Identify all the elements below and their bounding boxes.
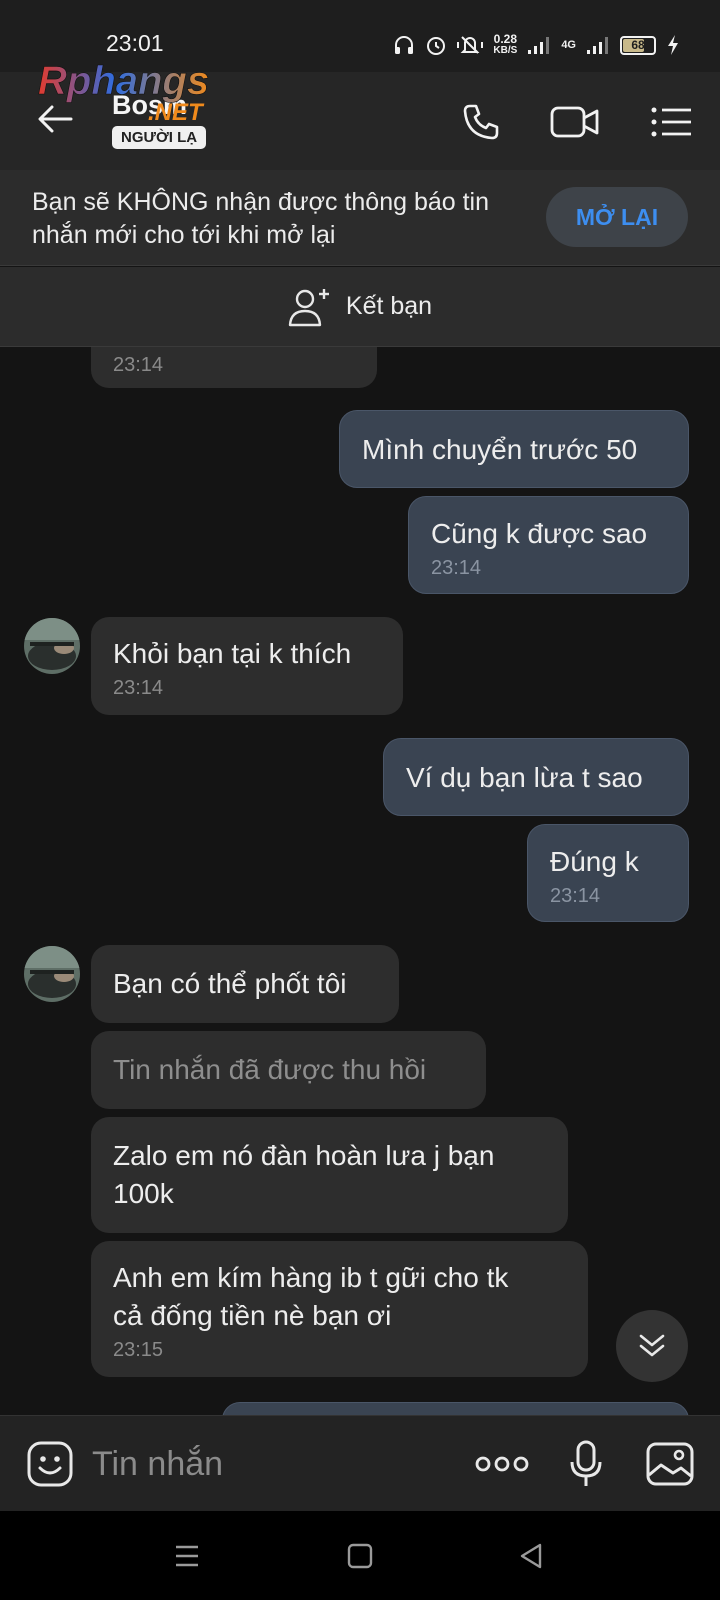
more-options-button[interactable] bbox=[474, 1436, 530, 1492]
status-bar: 23:01 0.28 KB/S 4G 68 bbox=[0, 0, 720, 72]
alarm-icon bbox=[425, 34, 447, 56]
message-text-line: Anh em kím hàng ib t gữi cho tk bbox=[113, 1262, 509, 1293]
message-bubble-incoming[interactable]: Anh em kím hàng ib t gữi cho tk cả đống … bbox=[91, 1241, 588, 1377]
battery-level: 68 bbox=[631, 38, 645, 52]
home-button[interactable] bbox=[337, 1533, 383, 1579]
message-time: 23:15 bbox=[113, 1339, 164, 1361]
net-speed-unit: KB/S bbox=[493, 45, 518, 56]
list-menu-icon bbox=[651, 107, 691, 137]
double-chevron-down-icon bbox=[639, 1334, 665, 1357]
triangle-back-icon bbox=[520, 1543, 542, 1569]
net-speed: 0.28 KB/S bbox=[493, 32, 518, 56]
signal-icon bbox=[527, 35, 551, 55]
status-time: 23:01 bbox=[106, 30, 164, 56]
mute-vibrate-icon bbox=[457, 34, 484, 56]
voice-message-button[interactable] bbox=[558, 1436, 614, 1492]
scroll-to-bottom-button[interactable] bbox=[616, 1310, 688, 1382]
message-bubble-incoming[interactable]: Zalo em nó đàn hoàn lưa j bạn 100k bbox=[91, 1117, 568, 1233]
add-friend-label: Kết bạn bbox=[345, 292, 433, 320]
message-text: Mình chuyển trước 50 bbox=[362, 434, 638, 465]
phone-icon bbox=[463, 104, 499, 140]
message-bubble-outgoing[interactable]: Ví dụ bạn lừa t sao bbox=[383, 738, 689, 816]
message-text: Cũng k được sao bbox=[431, 518, 648, 549]
composer-bar bbox=[0, 1415, 720, 1511]
stranger-badge: NGƯỜI LẠ bbox=[112, 126, 207, 149]
contact-name[interactable]: Bosm bbox=[112, 90, 187, 121]
battery-icon: 68 bbox=[620, 35, 656, 55]
message-bubble-incoming[interactable]: 23:14 bbox=[91, 347, 377, 388]
headset-icon bbox=[393, 34, 415, 56]
message-text: Khỏi bạn tại k thích bbox=[113, 638, 352, 669]
message-time: 23:14 bbox=[113, 677, 164, 699]
message-text: Ví dụ bạn lừa t sao bbox=[406, 762, 643, 793]
video-call-button[interactable] bbox=[547, 94, 603, 150]
message-bubble-outgoing[interactable]: Mình chuyển trước 50 bbox=[339, 410, 689, 488]
message-time: 23:14 bbox=[431, 557, 482, 579]
recalled-message-text: Tin nhắn đã được thu hồi bbox=[113, 1054, 427, 1085]
charging-icon bbox=[666, 34, 680, 56]
more-dots-icon bbox=[475, 1456, 529, 1472]
message-text: Đúng k bbox=[550, 846, 639, 877]
message-text-line: 100k bbox=[113, 1178, 174, 1209]
muted-notice-banner: Bạn sẽ KHÔNG nhận được thông báo tin nhắ… bbox=[0, 170, 720, 266]
muted-notice-text: Bạn sẽ KHÔNG nhận được thông báo tin nhắ… bbox=[32, 188, 490, 249]
message-bubble-outgoing[interactable]: Cũng k được sao 23:14 bbox=[408, 496, 689, 594]
network-type: 4G bbox=[561, 39, 576, 51]
menu-button[interactable] bbox=[644, 94, 700, 150]
message-bubble-incoming[interactable]: Khỏi bạn tại k thích 23:14 bbox=[91, 617, 403, 715]
message-time: 23:14 bbox=[550, 885, 601, 907]
system-back-button[interactable] bbox=[508, 1533, 554, 1579]
message-input[interactable] bbox=[92, 1442, 432, 1486]
message-text-line: cả đống tiền nè bạn ơi bbox=[113, 1300, 392, 1331]
message-list[interactable]: 23:14 Mình chuyển trước 50 Cũng k được s… bbox=[0, 347, 720, 1415]
back-arrow-icon bbox=[38, 105, 73, 133]
avatar-image bbox=[24, 618, 80, 674]
add-friend-button[interactable]: Kết bạn bbox=[0, 267, 720, 347]
sticker-button[interactable] bbox=[22, 1436, 78, 1492]
status-icons: 0.28 KB/S 4G 68 bbox=[393, 30, 680, 60]
video-camera-icon bbox=[550, 106, 599, 138]
message-bubble-incoming[interactable]: Bạn có thể phốt tôi bbox=[91, 945, 399, 1023]
message-text-line: Zalo em nó đàn hoàn lưa j bạn bbox=[113, 1140, 495, 1171]
message-text: Bạn có thể phốt tôi bbox=[113, 968, 347, 999]
square-icon bbox=[347, 1543, 373, 1569]
call-button[interactable] bbox=[453, 94, 509, 150]
image-button[interactable] bbox=[642, 1436, 698, 1492]
menu-lines-icon bbox=[176, 1545, 198, 1567]
net-speed-value: 0.28 bbox=[493, 32, 518, 46]
message-bubble-outgoing[interactable]: Đúng k 23:14 bbox=[527, 824, 689, 922]
message-time: 23:14 bbox=[113, 354, 164, 376]
contact-avatar[interactable] bbox=[24, 946, 80, 1002]
add-friend-icon bbox=[288, 288, 329, 326]
system-nav-bar bbox=[0, 1511, 720, 1600]
contact-avatar[interactable] bbox=[24, 618, 80, 674]
back-button[interactable] bbox=[30, 94, 80, 144]
recent-apps-button[interactable] bbox=[164, 1533, 210, 1579]
image-icon bbox=[646, 1442, 694, 1486]
emoji-icon bbox=[27, 1441, 73, 1487]
reopen-button[interactable]: MỞ LẠI bbox=[546, 187, 688, 247]
message-bubble-outgoing[interactable] bbox=[222, 1402, 689, 1415]
signal-4g-icon bbox=[586, 35, 610, 55]
avatar-image bbox=[24, 946, 80, 1002]
message-bubble-recalled[interactable]: Tin nhắn đã được thu hồi bbox=[91, 1031, 486, 1109]
chat-header: Bosm NGƯỜI LẠ Rphangs .NET bbox=[0, 59, 720, 170]
microphone-icon bbox=[570, 1440, 602, 1486]
